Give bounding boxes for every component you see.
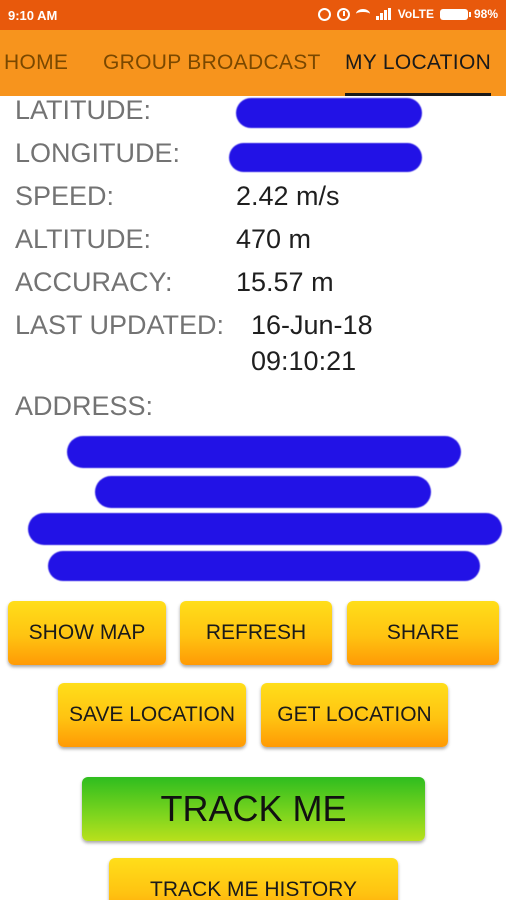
- tab-home[interactable]: HOME: [4, 30, 68, 96]
- get-location-button[interactable]: GET LOCATION: [261, 683, 448, 747]
- accuracy-value: 15.57 m: [236, 267, 334, 297]
- refresh-button[interactable]: REFRESH: [180, 601, 332, 665]
- longitude-label: LONGITUDE:: [15, 138, 181, 168]
- address-redacted-line-4: [48, 551, 480, 581]
- address-redacted-line-2: [95, 476, 431, 508]
- track-me-history-button[interactable]: TRACK ME HISTORY: [109, 858, 398, 900]
- signal-icon: [375, 8, 392, 20]
- track-me-button[interactable]: TRACK ME: [82, 777, 425, 841]
- status-icons: VoLTE 98%: [317, 7, 498, 21]
- last-updated-label: LAST UPDATED:: [15, 310, 225, 340]
- alarm-icon: [336, 7, 350, 21]
- wifi-icon: [355, 9, 370, 19]
- address-redacted-line-3: [28, 513, 502, 545]
- status-time: 9:10 AM: [8, 8, 58, 23]
- address-redacted-line-1: [67, 436, 461, 468]
- address-label: ADDRESS:: [15, 391, 154, 421]
- sync-icon: [317, 7, 331, 21]
- battery-icon: [439, 8, 471, 20]
- show-map-button[interactable]: SHOW MAP: [8, 601, 166, 665]
- share-button[interactable]: SHARE: [347, 601, 499, 665]
- speed-label: SPEED:: [15, 181, 115, 211]
- latitude-redacted: [236, 98, 422, 128]
- tab-bar: HOME GROUP BROADCAST MY LOCATION: [0, 30, 506, 96]
- altitude-value: 470 m: [236, 224, 312, 254]
- altitude-label: ALTITUDE:: [15, 224, 152, 254]
- battery-level: 98%: [473, 7, 498, 21]
- longitude-redacted: [229, 143, 422, 172]
- tab-my-location[interactable]: MY LOCATION: [345, 30, 492, 96]
- tab-group-broadcast[interactable]: GROUP BROADCAST: [103, 30, 321, 96]
- status-bar: 9:10 AM VoLTE 98%: [0, 0, 506, 30]
- save-location-button[interactable]: SAVE LOCATION: [58, 683, 246, 747]
- latitude-label: LATITUDE:: [15, 95, 152, 125]
- speed-value: 2.42 m/s: [236, 181, 340, 211]
- last-updated-date: 16-Jun-18: [251, 310, 373, 340]
- last-updated-time: 09:10:21: [251, 346, 357, 376]
- accuracy-label: ACCURACY:: [15, 267, 173, 297]
- network-type: VoLTE: [397, 7, 434, 21]
